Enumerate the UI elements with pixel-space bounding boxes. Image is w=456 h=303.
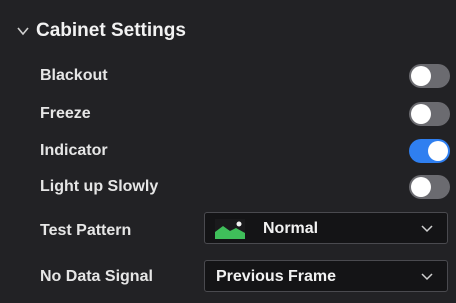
blackout-label: Blackout bbox=[40, 67, 108, 84]
indicator-toggle[interactable] bbox=[409, 139, 450, 163]
blackout-toggle[interactable] bbox=[409, 64, 450, 88]
cabinet-settings-panel: Cabinet Settings Blackout Freeze Indicat… bbox=[0, 0, 456, 303]
light-up-slowly-row: Light up Slowly bbox=[0, 172, 456, 202]
test-pattern-label: Test Pattern bbox=[40, 222, 132, 239]
toggle-knob bbox=[411, 177, 431, 197]
indicator-row: Indicator bbox=[0, 136, 456, 166]
freeze-label: Freeze bbox=[40, 105, 91, 122]
no-data-signal-label: No Data Signal bbox=[40, 268, 153, 285]
panel-header[interactable]: Cabinet Settings bbox=[0, 0, 456, 60]
chevron-down-icon bbox=[421, 273, 433, 281]
toggle-knob bbox=[411, 104, 431, 124]
no-data-signal-value: Previous Frame bbox=[216, 268, 337, 285]
toggle-knob bbox=[428, 141, 448, 161]
test-pattern-value: Normal bbox=[263, 220, 319, 237]
panel-title: Cabinet Settings bbox=[36, 20, 186, 41]
chevron-down-icon[interactable] bbox=[16, 24, 30, 38]
test-pattern-select[interactable]: Normal bbox=[204, 212, 448, 244]
light-up-slowly-label: Light up Slowly bbox=[40, 178, 159, 195]
no-data-signal-select[interactable]: Previous Frame bbox=[204, 260, 448, 292]
chevron-down-icon bbox=[421, 225, 433, 233]
light-up-slowly-toggle[interactable] bbox=[409, 175, 450, 199]
landscape-image-icon bbox=[215, 219, 245, 239]
indicator-label: Indicator bbox=[40, 142, 108, 159]
freeze-row: Freeze bbox=[0, 99, 456, 129]
freeze-toggle[interactable] bbox=[409, 102, 450, 126]
blackout-row: Blackout bbox=[0, 61, 456, 91]
toggle-knob bbox=[411, 66, 431, 86]
